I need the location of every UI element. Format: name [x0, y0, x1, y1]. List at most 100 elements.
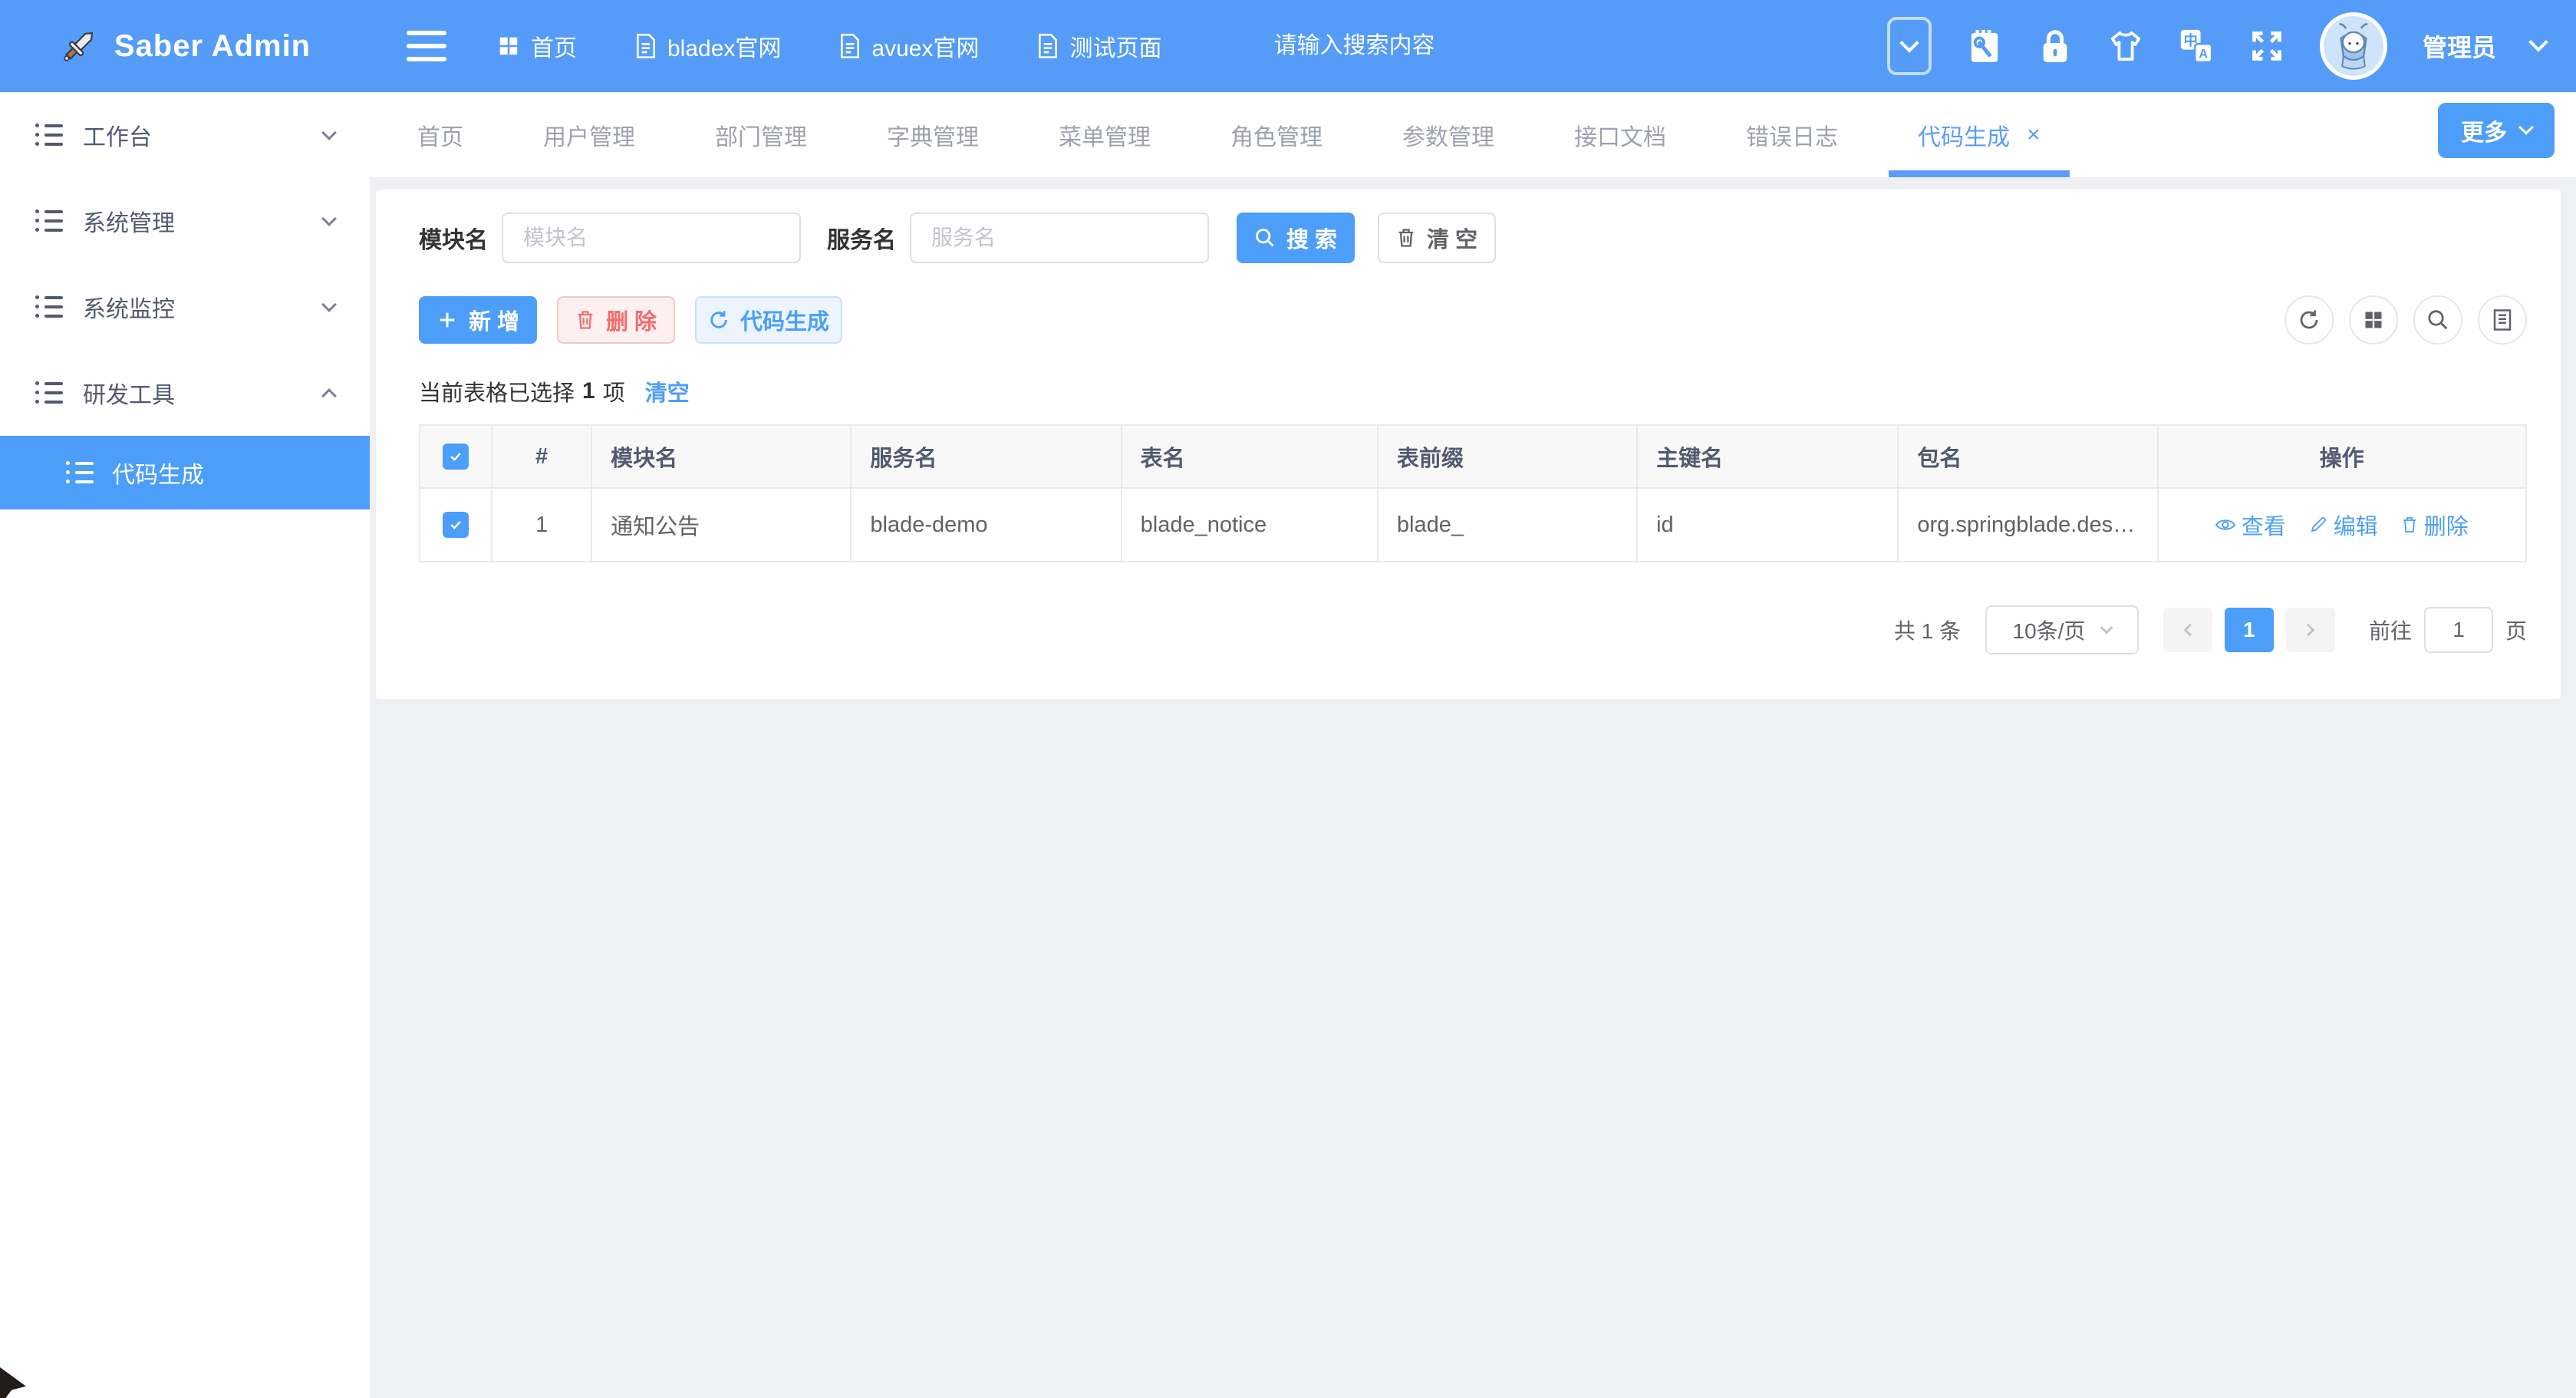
service-name-label: 服务名 [827, 221, 896, 255]
menu-list-icon [35, 124, 63, 147]
menu-list-icon [35, 209, 63, 232]
next-page-button[interactable] [2286, 608, 2335, 652]
search-button[interactable]: 搜 索 [1237, 213, 1355, 263]
column-header-index: # [492, 425, 591, 488]
trash-icon [575, 309, 595, 331]
search-collapse-button[interactable] [1887, 17, 1932, 75]
lock-icon [2040, 28, 2070, 64]
row-checkbox[interactable] [443, 512, 469, 538]
tab-menu-management[interactable]: 菜单管理 [1019, 92, 1191, 177]
chevron-down-icon [2100, 622, 2113, 635]
translate-button[interactable]: 中 A [2179, 28, 2214, 64]
search-icon [2426, 308, 2449, 331]
sidebar-item-code-generation[interactable]: 代码生成 [0, 436, 370, 509]
close-tab-icon[interactable]: × [2027, 122, 2041, 148]
table-header-row: # 模块名 服务名 表名 表前缀 主键名 包名 操作 [420, 425, 2526, 488]
edit-link[interactable]: 编辑 [2309, 509, 2378, 541]
sidebar-item-workbench[interactable]: 工作台 [0, 92, 370, 178]
tab-home[interactable]: 首页 [377, 92, 503, 177]
clear-selection-link[interactable]: 清空 [645, 375, 690, 407]
translate-icon: 中 A [2179, 28, 2213, 64]
column-header-table: 表名 [1122, 425, 1378, 488]
refresh-icon [2298, 308, 2321, 331]
document-icon [2492, 308, 2513, 331]
column-header-package: 包名 [1898, 425, 2157, 488]
delete-button[interactable]: 删 除 [557, 296, 675, 344]
select-all-checkbox[interactable] [443, 443, 469, 470]
column-settings-button[interactable] [2349, 295, 2398, 345]
code-generate-button[interactable]: 代码生成 [695, 296, 842, 344]
theme-button[interactable] [2108, 28, 2143, 64]
plus-icon [436, 309, 458, 331]
user-menu-chevron-icon[interactable] [2528, 32, 2548, 51]
topnav-home[interactable]: 首页 [477, 0, 597, 92]
sidebar-collapse-button[interactable] [407, 31, 446, 61]
table-row: 1 通知公告 blade-demo blade_notice blade_ id… [420, 488, 2526, 562]
tab-code-generation[interactable]: 代码生成 × [1878, 92, 2080, 177]
fullscreen-button[interactable] [2249, 28, 2284, 64]
chevron-right-icon [2301, 624, 2314, 637]
topnav-avuex[interactable]: avuex官网 [819, 0, 999, 92]
more-tabs-button[interactable]: 更多 [2438, 103, 2555, 158]
sidebar-item-system-monitor[interactable]: 系统监控 [0, 264, 370, 350]
document-icon [839, 34, 861, 58]
current-page-button[interactable]: 1 [2225, 608, 2274, 652]
cell-service: blade-demo [851, 488, 1121, 562]
module-name-input[interactable] [502, 213, 801, 263]
goto-page: 前往 页 [2369, 607, 2527, 653]
tab-parameter-management[interactable]: 参数管理 [1362, 92, 1534, 177]
cell-pk: id [1637, 488, 1898, 562]
svg-text:A: A [2199, 48, 2208, 61]
goto-page-input[interactable] [2424, 607, 2493, 653]
refresh-table-button[interactable] [2284, 295, 2334, 345]
saber-logo-icon [59, 26, 99, 66]
service-name-input[interactable] [910, 213, 1209, 263]
user-avatar[interactable] [2320, 12, 2387, 80]
menu-list-icon [66, 461, 94, 484]
add-button[interactable]: 新 增 [419, 296, 537, 344]
user-name[interactable]: 管理员 [2423, 28, 2496, 64]
topnav-home-label: 首页 [531, 29, 577, 63]
menu-list-icon [35, 295, 63, 318]
chevron-left-icon [2183, 624, 2196, 637]
cell-package: org.springblade.desk... [1898, 488, 2157, 562]
grid-icon [497, 35, 520, 58]
sidebar-item-label: 代码生成 [112, 456, 204, 490]
prev-page-button[interactable] [2163, 608, 2212, 652]
view-link[interactable]: 查看 [2215, 509, 2286, 541]
clipboard-tool-icon [1968, 28, 2001, 64]
app-header: Saber Admin 首页 bladex官网 avuex官网 [0, 0, 2576, 92]
toolbar-row: 新 增 删 除 代码生成 [419, 295, 2527, 345]
header-actions: 中 A 管理员 [1887, 12, 2576, 80]
sidebar-item-label: 系统管理 [83, 204, 175, 238]
lock-button[interactable] [2037, 28, 2073, 64]
page-size-select[interactable]: 10条/页 [1985, 605, 2139, 654]
global-search-input[interactable] [1273, 33, 1603, 59]
tab-dictionary-management[interactable]: 字典管理 [847, 92, 1019, 177]
clear-button[interactable]: 清 空 [1378, 213, 1496, 263]
sidebar-item-dev-tools[interactable]: 研发工具 [0, 350, 370, 436]
theme-shirt-icon [2108, 30, 2143, 62]
sidebar-item-system-management[interactable]: 系统管理 [0, 178, 370, 264]
tab-api-docs[interactable]: 接口文档 [1534, 92, 1706, 177]
sidebar: 工作台 系统管理 系统监控 研发工具 代码生成 [0, 92, 370, 1398]
tab-error-log[interactable]: 错误日志 [1706, 92, 1878, 177]
avatar-character [2328, 21, 2379, 71]
tab-role-management[interactable]: 角色管理 [1191, 92, 1362, 177]
brand: Saber Admin [0, 0, 370, 92]
tool-button[interactable] [1967, 28, 2002, 64]
selection-count: 1 [582, 378, 595, 404]
row-actions: 查看 编辑 [2177, 509, 2507, 541]
tab-department-management[interactable]: 部门管理 [675, 92, 847, 177]
log-button[interactable] [2478, 295, 2527, 345]
toggle-search-button[interactable] [2413, 295, 2462, 345]
cell-module: 通知公告 [591, 488, 851, 562]
topnav-test-page[interactable]: 测试页面 [1017, 0, 1181, 92]
delete-link[interactable]: 删除 [2401, 509, 2469, 541]
topnav-bladex[interactable]: bladex官网 [615, 0, 801, 92]
column-header-module: 模块名 [591, 425, 851, 488]
sidebar-item-label: 工作台 [83, 118, 152, 152]
column-header-prefix: 表前缀 [1378, 425, 1637, 488]
filter-row: 模块名 服务名 搜 索 清 空 [419, 213, 2527, 263]
tab-user-management[interactable]: 用户管理 [503, 92, 675, 177]
